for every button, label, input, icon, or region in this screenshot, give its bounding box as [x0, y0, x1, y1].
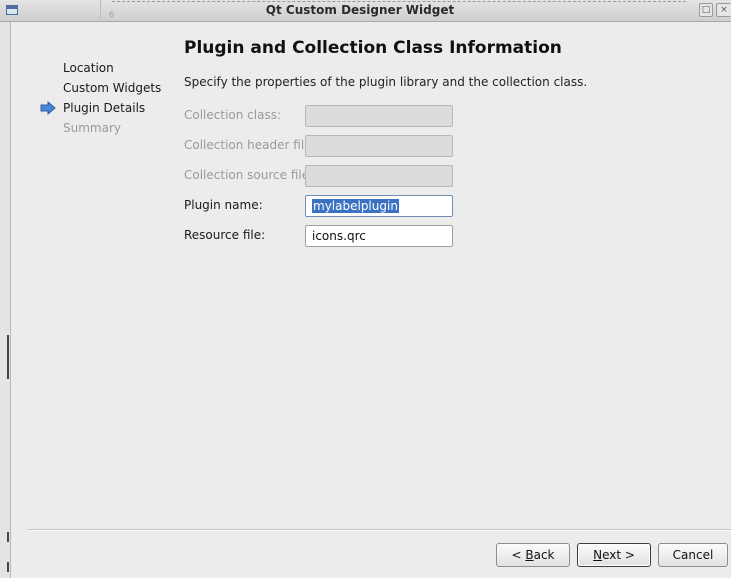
wizard-step-location: Location — [40, 58, 175, 78]
current-step-arrow-icon — [40, 101, 56, 115]
wizard-step-custom-widgets: Custom Widgets — [40, 78, 175, 98]
close-icon: × — [720, 5, 728, 15]
wizard-step-label: Custom Widgets — [63, 81, 162, 95]
page-title: Plugin and Collection Class Information — [184, 38, 562, 58]
wizard-steps: Location Custom Widgets Plugin Details S… — [40, 58, 175, 138]
wizard-step-summary: Summary — [40, 118, 175, 138]
wizard-step-label: Plugin Details — [63, 101, 146, 115]
edge-marker — [7, 335, 9, 379]
wizard-step-plugin-details: Plugin Details — [40, 98, 175, 118]
collection-source-row: Collection source file: — [184, 165, 454, 187]
wizard-step-label: Location — [63, 61, 114, 75]
collection-header-input[interactable] — [305, 135, 453, 157]
collection-header-row: Collection header file: — [184, 135, 454, 157]
plugin-name-input[interactable]: mylabelplugin — [305, 195, 453, 217]
back-button-prefix: < — [511, 548, 526, 562]
back-button-mnemonic: B — [525, 548, 534, 562]
collection-class-input[interactable] — [305, 105, 453, 127]
title-bar[interactable]: 6 Qt Custom Designer Widget □ × — [0, 0, 731, 22]
resource-file-value: icons.qrc — [312, 229, 366, 243]
back-button[interactable]: < Back — [496, 543, 570, 567]
collection-source-input[interactable] — [305, 165, 453, 187]
editor-gutter: 6 — [100, 0, 141, 22]
plugin-name-value: mylabelplugin — [312, 199, 399, 213]
next-button-label: ext > — [602, 548, 635, 562]
close-button[interactable]: × — [716, 3, 731, 17]
window-icon[interactable] — [6, 5, 18, 15]
window-left-edge — [0, 22, 11, 578]
editor-dashed-line — [112, 1, 686, 2]
collection-source-label: Collection source file: — [184, 168, 314, 182]
resource-file-row: Resource file: icons.qrc — [184, 225, 454, 247]
plugin-name-label: Plugin name: — [184, 198, 263, 212]
next-button[interactable]: Next > — [577, 543, 651, 567]
collection-header-label: Collection header file: — [184, 138, 316, 152]
cancel-button[interactable]: Cancel — [658, 543, 728, 567]
cancel-button-label: Cancel — [672, 548, 714, 562]
resource-file-label: Resource file: — [184, 228, 266, 242]
collection-class-label: Collection class: — [184, 108, 282, 122]
plugin-name-row: Plugin name: mylabelplugin — [184, 195, 454, 217]
maximize-icon: □ — [701, 5, 711, 15]
edge-marker — [7, 562, 9, 572]
editor-line-number: 6 — [109, 10, 115, 19]
button-separator — [28, 529, 731, 531]
maximize-button[interactable]: □ — [699, 3, 713, 17]
edge-marker — [7, 532, 9, 542]
resource-file-input[interactable]: icons.qrc — [305, 225, 453, 247]
page-description: Specify the properties of the plugin lib… — [184, 75, 588, 89]
collection-class-row: Collection class: — [184, 105, 454, 127]
wizard-step-label: Summary — [63, 121, 121, 135]
back-button-label: ack — [533, 548, 555, 562]
next-button-mnemonic: N — [593, 548, 603, 562]
window-title: Qt Custom Designer Widget — [265, 3, 455, 17]
